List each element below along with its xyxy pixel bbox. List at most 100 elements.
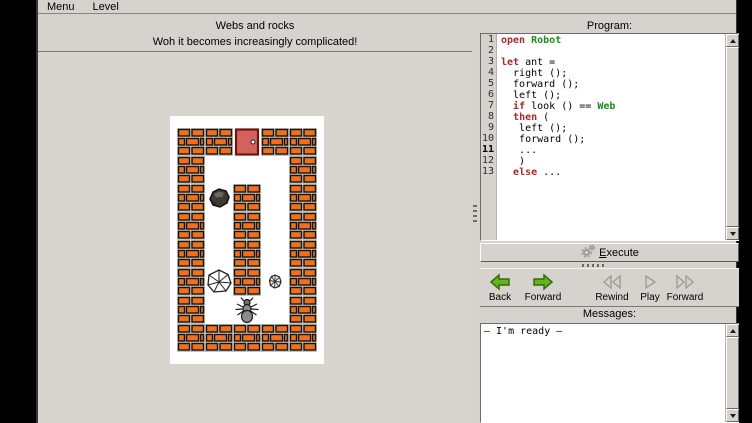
code-line: let ant = — [501, 57, 724, 68]
line-number: 12 — [481, 155, 496, 166]
code-segment: ... — [501, 145, 537, 156]
toolbar-button-label: Rewind — [590, 292, 634, 304]
code-segment: let — [501, 57, 519, 68]
toolbar-button-label: Back — [481, 292, 519, 304]
tile-wall — [233, 268, 261, 296]
code-line: if look () == Web — [501, 101, 724, 112]
code-segment: open — [501, 35, 525, 46]
line-number: 3 — [481, 56, 496, 67]
menu-item-1[interactable]: Level — [84, 0, 128, 14]
tile-wall — [289, 240, 317, 268]
code-segment: look () == — [525, 101, 597, 112]
triangle-up-icon — [730, 329, 736, 333]
gears-icon — [580, 243, 596, 262]
messages-console[interactable]: — I'm ready — — [480, 323, 739, 423]
scroll-up-button[interactable] — [726, 324, 739, 337]
tile-wall — [233, 324, 261, 352]
level-subtitle: Woh it becomes increasingly complicated! — [38, 36, 472, 48]
code-line: forward (); — [501, 79, 724, 90]
triangle-up-icon — [730, 39, 736, 43]
tile-wall — [233, 240, 261, 268]
code-segment: left (); — [501, 90, 561, 101]
code-segment — [501, 167, 513, 178]
tile-wall — [233, 212, 261, 240]
scroll-down-button[interactable] — [726, 409, 739, 422]
code-line: ... — [501, 145, 724, 156]
triangle-down-icon — [730, 232, 736, 236]
line-numbers: 12345678910111213 — [481, 34, 497, 240]
scroll-up-button[interactable] — [726, 34, 739, 47]
tile-wall — [233, 184, 261, 212]
code-segment: ... — [537, 167, 561, 178]
tile-wall — [289, 212, 317, 240]
menu-item-0[interactable]: Menu — [38, 0, 84, 14]
tile-wall — [177, 184, 205, 212]
code-segment — [501, 112, 513, 123]
code-segment — [501, 101, 513, 112]
game-area — [38, 51, 472, 423]
back-button[interactable]: Back — [481, 271, 519, 305]
tile-smallweb — [261, 268, 289, 296]
code-editor[interactable]: 12345678910111213 open Robotlet ant = ri… — [480, 33, 739, 241]
code-line — [501, 46, 724, 57]
menubar: MenuLevel — [38, 0, 736, 14]
horizontal-pane-grip[interactable] — [582, 264, 606, 267]
toolbar-button-label: Forward — [660, 292, 710, 304]
playback-toolbar: BackForwardRewindPlayForward — [480, 268, 739, 307]
tile-wall — [289, 128, 317, 156]
message-line: — I'm ready — — [484, 326, 724, 338]
vertical-pane-grip[interactable] — [473, 205, 477, 223]
tile-wall — [261, 128, 289, 156]
line-number: 1 — [481, 34, 496, 45]
arrow-right-green-icon — [521, 271, 565, 292]
scrollbar-thumb[interactable] — [726, 47, 739, 227]
code-segment: Web — [597, 101, 615, 112]
rewind-button[interactable]: Rewind — [590, 271, 634, 305]
toolbar-button-label: Forward — [521, 292, 565, 304]
messages-scrollbar[interactable] — [725, 324, 738, 422]
tile-door — [233, 128, 261, 156]
tile-wall — [177, 324, 205, 352]
code-segment: right (); — [501, 68, 567, 79]
screen: MenuLevel Webs and rocks Woh it becomes … — [0, 0, 752, 423]
line-number: 9 — [481, 122, 496, 133]
code-line: right (); — [501, 68, 724, 79]
game-board — [170, 116, 324, 364]
message-lines: — I'm ready — — [484, 326, 724, 422]
code-line: else ... — [501, 167, 724, 178]
tile-wall — [205, 324, 233, 352]
line-number: 6 — [481, 89, 496, 100]
line-number: 5 — [481, 78, 496, 89]
triangle-down-icon — [730, 414, 736, 418]
code-segment: if — [513, 101, 525, 112]
tile-wall — [177, 212, 205, 240]
forward-button[interactable]: Forward — [521, 271, 565, 305]
code-line: then ( — [501, 112, 724, 123]
code-scrollbar[interactable] — [725, 34, 738, 240]
arrow-left-green-icon — [481, 271, 519, 292]
execute-button[interactable]: Execute — [480, 243, 739, 262]
tile-wall — [177, 296, 205, 324]
tile-wall — [205, 128, 233, 156]
messages-title: Messages: — [480, 308, 739, 320]
code-segment: Robot — [531, 35, 561, 46]
scrollbar-thumb[interactable] — [726, 337, 739, 409]
tile-wall — [177, 128, 205, 156]
code-segment: then — [513, 112, 537, 123]
scroll-down-button[interactable] — [726, 227, 739, 240]
program-title: Program: — [480, 20, 739, 32]
line-number: 4 — [481, 67, 496, 78]
step-forward-button[interactable]: Forward — [660, 271, 710, 305]
tile-wall — [289, 324, 317, 352]
code-segment: ant = — [519, 57, 555, 68]
rewind-outline-icon — [590, 271, 634, 292]
tile-wall — [289, 156, 317, 184]
code-line: left (); — [501, 90, 724, 101]
line-number: 10 — [481, 133, 496, 144]
tile-wall — [289, 296, 317, 324]
code-segment: forward (); — [501, 134, 585, 145]
code-lines[interactable]: open Robot let ant = right (); forward ()… — [498, 34, 724, 240]
fast-forward-outline-icon — [660, 271, 710, 292]
code-segment: left (); — [501, 123, 567, 134]
code-line: forward (); — [501, 134, 724, 145]
